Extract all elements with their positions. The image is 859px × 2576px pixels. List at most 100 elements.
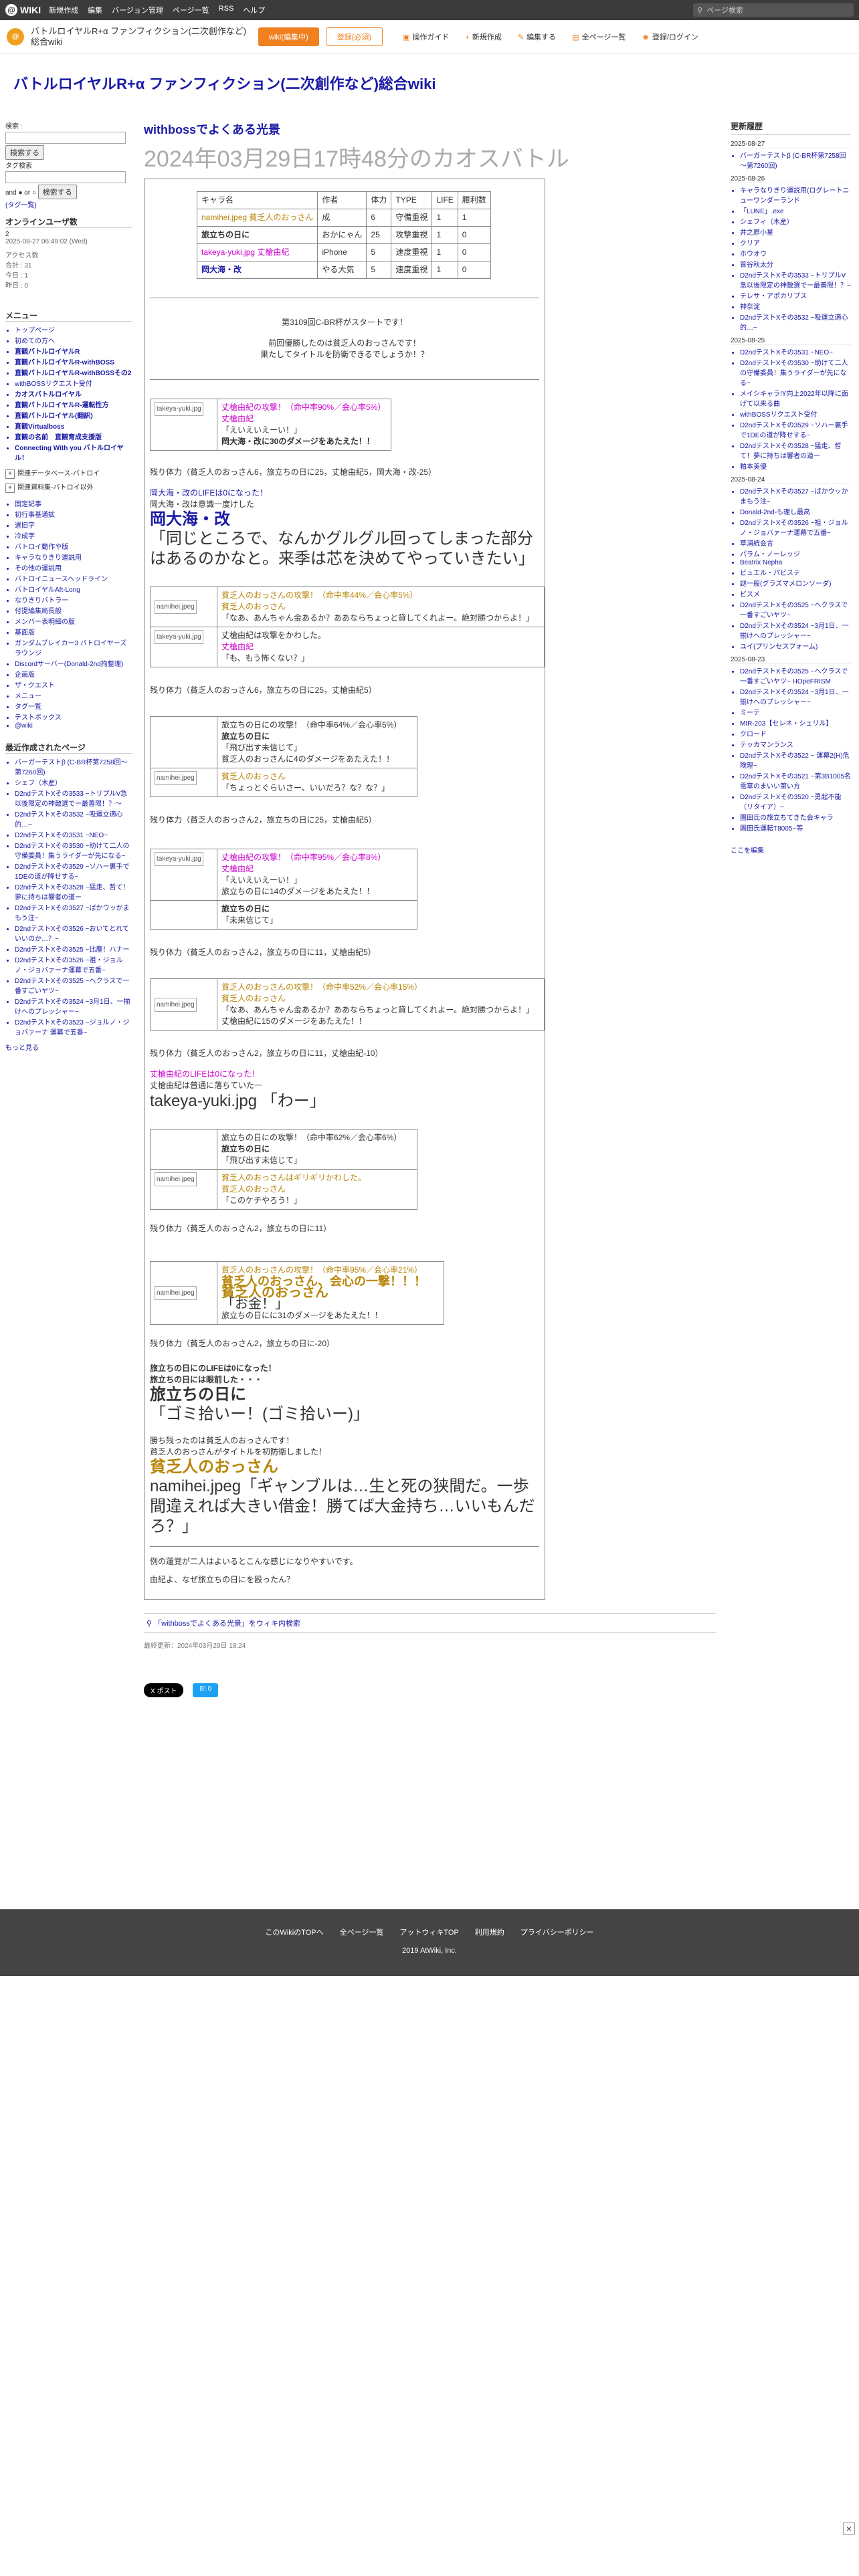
update-item[interactable]: 謎一般(グラズマメロンソーダ) bbox=[740, 578, 851, 588]
update-item[interactable]: 園田氏の旅立ちてきた会キャラ bbox=[740, 812, 851, 822]
footer-link-atwiki[interactable]: アットウィキTOP bbox=[399, 1927, 458, 1937]
tag-list-link[interactable]: (タグ一覧) bbox=[5, 199, 132, 209]
recent-page-item[interactable]: D2ndテストXその3525 ~ヘクラスで一番すごいヤツ~ bbox=[15, 975, 132, 995]
tag-search-input[interactable] bbox=[5, 171, 126, 183]
update-item[interactable]: D2ndテストXその3521 ~第3B1005名電草のまいい第い方 bbox=[740, 770, 851, 790]
page-keyword[interactable]: withbossでよくある光景 bbox=[144, 120, 716, 138]
recent-page-item[interactable]: D2ndテストXその3523 ~ジョルノ・ジョバァーナ 運幕で五番~ bbox=[15, 1016, 132, 1037]
box-item-1[interactable]: + 関連データベース-バトロイ bbox=[5, 467, 132, 479]
edit-here-link[interactable]: ここを編集 bbox=[731, 845, 851, 855]
menu-item[interactable]: 直観の名前 直観育成支援版 bbox=[15, 431, 132, 441]
all-pages-link[interactable]: ▤ 全ページ一覧 bbox=[572, 31, 626, 42]
tree-item[interactable]: なりきりバトラー bbox=[15, 595, 132, 605]
menu-item[interactable]: トップページ bbox=[15, 324, 132, 334]
wiki-edit-button[interactable]: wiki(編集中) bbox=[258, 27, 319, 46]
menu-version[interactable]: バージョン管理 bbox=[112, 5, 163, 15]
tree-item[interactable]: バトロイヤルAft-Long bbox=[15, 584, 132, 594]
update-item[interactable]: シェフィ（木産） bbox=[740, 216, 851, 226]
tree-item[interactable]: テストボックス bbox=[15, 712, 132, 722]
update-item[interactable]: D2ndテストXその3533 ~トリプルV急以後限定の神敵選でー最善限！？~ bbox=[740, 270, 851, 290]
tree-item[interactable]: 選旧字 bbox=[15, 520, 132, 530]
menu-pages[interactable]: ページ一覧 bbox=[173, 5, 209, 15]
recent-page-item[interactable]: シェフ（木産） bbox=[15, 777, 132, 787]
update-item[interactable]: ユイ(プリンセスフォーム) bbox=[740, 641, 851, 651]
update-item[interactable]: withBOSSリクエスト受付 bbox=[740, 409, 851, 419]
update-item[interactable]: メイシキャラ!Y向上2022年以降に面げて以来る曲 bbox=[740, 388, 851, 408]
register-button[interactable]: 登録(必須) bbox=[325, 27, 383, 46]
menu-item[interactable]: 直観バトルロイヤル(翻訳) bbox=[15, 410, 132, 420]
footer-link-terms[interactable]: 利用規約 bbox=[475, 1927, 504, 1937]
menu-item[interactable]: 直観バトルロイヤルR-withBOSS bbox=[15, 356, 132, 366]
atwiki-logo[interactable]: @ WIKI bbox=[5, 4, 41, 16]
update-item[interactable]: D2ndテストXその3531 ~NEO~ bbox=[740, 346, 851, 356]
new-page-link[interactable]: + 新規作成 bbox=[465, 31, 501, 42]
tree-item[interactable]: メンバー表明細の版 bbox=[15, 616, 132, 626]
update-item[interactable]: 首谷秋太分 bbox=[740, 259, 851, 269]
close-icon[interactable]: × bbox=[843, 2523, 855, 2535]
recent-page-item[interactable]: D2ndテストXその3531 ~NEO~ bbox=[15, 829, 132, 839]
menu-item[interactable]: 直観Virtualboss bbox=[15, 421, 132, 431]
update-item[interactable]: D2ndテストXその3532 ~吸運立適心的…~ bbox=[740, 312, 851, 332]
tree-item[interactable]: バトロイニュースヘッドライン bbox=[15, 573, 132, 583]
update-item[interactable]: テレサ・アポカリプス bbox=[740, 290, 851, 300]
tree-item[interactable]: 冷成字 bbox=[15, 530, 132, 540]
update-item[interactable]: MIR-203【セレネ・シェリル】 bbox=[740, 718, 851, 728]
site-logo-icon[interactable]: @ bbox=[7, 27, 24, 45]
menu-item[interactable]: 直観バトルロイヤルR bbox=[15, 346, 132, 356]
recent-page-item[interactable]: D2ndテストXその3525 ~比塵！ハナー bbox=[15, 944, 132, 954]
menu-item[interactable]: カオスバトルロイヤル bbox=[15, 389, 132, 399]
update-item[interactable]: バーガーテストβ (C-BR杯第7258回～第7260回) bbox=[740, 150, 851, 170]
update-item[interactable]: パラム・ノーレッジ bbox=[740, 548, 851, 558]
menu-item[interactable]: 直観バトルロイヤルR-運転性方 bbox=[15, 399, 132, 409]
update-item[interactable]: D2ndテストXその3524 ~3月1日、一揃けへのプレッシャー~ bbox=[740, 686, 851, 706]
update-item[interactable]: ホウオウ bbox=[740, 248, 851, 258]
site-name[interactable]: バトルロイヤルR+α ファンフィクション(二次創作など)総合wiki bbox=[31, 26, 252, 47]
footer-link-privacy[interactable]: プライバシーポリシー bbox=[520, 1927, 594, 1937]
page-search-input[interactable]: ⚲ ページ検索 bbox=[693, 3, 854, 17]
recent-page-item[interactable]: D2ndテストXその3532 ~吸運立適心的…~ bbox=[15, 809, 132, 829]
update-item[interactable]: ビスメ bbox=[740, 588, 851, 599]
tree-item[interactable]: 付提編集局長般 bbox=[15, 605, 132, 615]
update-item[interactable]: D2ndテストXその3525 ~ヘクラスで一番すごいヤツ~ HOpeFRISM bbox=[740, 665, 851, 685]
tree-item[interactable]: ガンダムブレイカー3 バトロイヤーズラウンジ bbox=[15, 637, 132, 657]
edit-link[interactable]: ✎ 編集する bbox=[518, 31, 556, 42]
tag-search-button[interactable]: 検索する bbox=[37, 185, 77, 199]
x-post-button[interactable]: X ポスト bbox=[144, 1683, 184, 1697]
update-item[interactable]: D2ndテストXその3528 ~猛走、哲て！夢に持ちは響者の道ー bbox=[740, 440, 851, 460]
menu-edit[interactable]: 編集 bbox=[88, 5, 102, 15]
update-item[interactable]: テッカマンランス bbox=[740, 739, 851, 749]
tree-item[interactable]: @wiki bbox=[15, 722, 132, 730]
footer-link-all[interactable]: 全ページ一覧 bbox=[340, 1927, 384, 1937]
update-item[interactable]: 粕本美優 bbox=[740, 461, 851, 471]
login-link[interactable]: ☻ 登録/ログイン bbox=[642, 31, 698, 42]
recent-page-item[interactable]: D2ndテストXその3526 ~祖・ジョルノ・ジョバァーナ運幕で五番~ bbox=[15, 954, 132, 974]
update-item[interactable]: クロード bbox=[740, 728, 851, 738]
update-item[interactable]: クリア bbox=[740, 237, 851, 247]
wiki-search-link[interactable]: ⚲ 「withbossでよくある光景」をウィキ内検索 bbox=[144, 1613, 716, 1633]
update-item[interactable]: D2ndテストXその3520 ~勇起不能（リタイア）~ bbox=[740, 791, 851, 811]
more-link[interactable]: もっと見る bbox=[5, 1042, 132, 1052]
recent-page-item[interactable]: D2ndテストXその3529 ~ソハー裏手で1DEの道が降せする~ bbox=[15, 861, 132, 881]
tree-item[interactable]: Discordサーバー(Donald-2nd拘整理) bbox=[15, 658, 132, 668]
tree-item[interactable]: バトロイ動作や版 bbox=[15, 541, 132, 551]
menu-new[interactable]: 新規作成 bbox=[49, 5, 78, 15]
update-item[interactable]: 園田氏運転T8005~等 bbox=[740, 823, 851, 833]
site-title[interactable]: バトルロイヤルR+α ファンフィクション(二次創作など)総合wiki bbox=[0, 53, 859, 107]
menu-item[interactable]: Connecting With you バトルロイヤル！ bbox=[15, 442, 132, 462]
update-item[interactable]: D2ndテストXその3525 ~ヘクラスで一番すごいヤツ~ bbox=[740, 599, 851, 619]
update-item[interactable]: 神奈淀 bbox=[740, 301, 851, 311]
tree-item[interactable]: 初行事基通拡 bbox=[15, 509, 132, 519]
tree-item[interactable]: キャラなりきり運説用 bbox=[15, 552, 132, 562]
menu-rss[interactable]: RSS bbox=[219, 5, 234, 15]
box-item-2[interactable]: + 関連資料集-バトロイ以外 bbox=[5, 481, 132, 493]
update-item[interactable]: Donald-2nd-も理し最高 bbox=[740, 506, 851, 516]
update-item[interactable]: キャラなりきり運説用(ログレートニューワンダーランド bbox=[740, 185, 851, 205]
update-item[interactable]: D2ndテストXその3529 ~ソハー裏手で1DEの道が降せする~ bbox=[740, 419, 851, 439]
menu-item[interactable]: 直観バトルロイヤルR-withBOSSその2 bbox=[15, 367, 132, 377]
tree-item[interactable]: タグ一覧 bbox=[15, 701, 132, 711]
update-item[interactable]: D2ndテストXその3526 ~祖・ジョルノ・ジョバァーナ運幕で五番~ bbox=[740, 517, 851, 537]
update-item[interactable]: Beatrix Nepha bbox=[740, 559, 851, 566]
recent-page-item[interactable]: D2ndテストXその3530 ~助けて二人の守備委員！集うライダーが先になる~ bbox=[15, 840, 132, 860]
tree-item[interactable]: メニュー bbox=[15, 690, 132, 700]
tree-item[interactable]: ザ・クエスト bbox=[15, 679, 132, 689]
